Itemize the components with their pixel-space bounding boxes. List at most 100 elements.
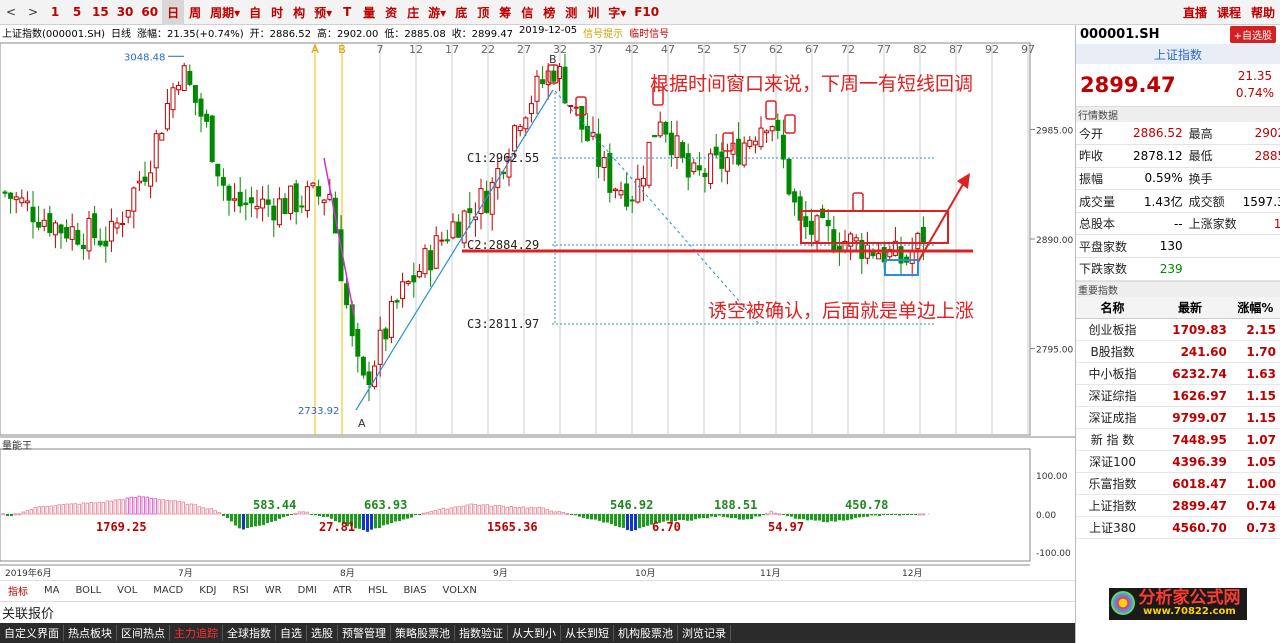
period-button[interactable]: 日: [162, 0, 185, 25]
candle-body: [433, 235, 439, 269]
candle-body: [153, 133, 159, 169]
tool-button[interactable]: 测: [560, 0, 582, 25]
indicator-tab[interactable]: ATR: [325, 585, 360, 596]
candle-body: [808, 220, 814, 235]
index-row[interactable]: 上证380 4560.70 0.73: [1076, 516, 1280, 540]
index-row[interactable]: B股指数 241.60 1.70: [1076, 340, 1280, 364]
candle-body: [92, 213, 98, 239]
tool-button[interactable]: T: [336, 0, 358, 25]
period-button[interactable]: 5: [66, 0, 88, 25]
index-row[interactable]: 新 指 数 7448.95 1.07: [1076, 428, 1280, 452]
candle-body: [696, 165, 702, 171]
period-button[interactable]: 15: [88, 0, 113, 25]
tool-button[interactable]: 字▾: [604, 0, 630, 25]
indicator-tab[interactable]: BOLL: [67, 585, 109, 596]
tool-button[interactable]: 资: [380, 0, 402, 25]
related-quote-bar[interactable]: 关联报价: [0, 601, 1075, 623]
indicator-tab[interactable]: KDJ: [191, 585, 224, 596]
indicator-tab[interactable]: MA: [36, 585, 67, 596]
index-row[interactable]: 深证综指 1626.97 1.15: [1076, 384, 1280, 408]
indicator-tab[interactable]: DMI: [290, 585, 325, 596]
top-marker: [852, 192, 864, 212]
tool-button[interactable]: 构: [288, 0, 310, 25]
indicator-tab[interactable]: VOLXN: [434, 585, 484, 596]
candle-body: [164, 103, 170, 130]
bottom-bar-item[interactable]: 浏览记录: [678, 625, 731, 641]
indicator-tab[interactable]: HSL: [360, 585, 395, 596]
volume-bar: [441, 507, 445, 515]
toolbar-link[interactable]: 直播: [1178, 0, 1212, 25]
toolbar-link[interactable]: 帮助: [1246, 0, 1280, 25]
bottom-bar-item[interactable]: 策略股票池: [391, 625, 455, 641]
volume-bar: [13, 513, 17, 516]
index-section-title: 重要指数: [1076, 280, 1280, 297]
tool-button[interactable]: 时: [266, 0, 288, 25]
period-button[interactable]: 60: [137, 0, 162, 25]
index-row[interactable]: 创业板指 1709.83 2.15: [1076, 318, 1280, 342]
quote-row: 昨收2878.12最低2885.08: [1076, 144, 1280, 168]
f10-button[interactable]: F10: [630, 0, 663, 25]
period-button[interactable]: 30: [113, 0, 138, 25]
time-cycle-label: 22: [481, 43, 495, 56]
bottom-bar-item[interactable]: 自定义界面: [0, 625, 64, 641]
volume-bar: [742, 514, 745, 520]
add-watchlist-button[interactable]: +自选股: [1229, 26, 1276, 43]
index-header-cell: 涨幅%: [1230, 296, 1280, 320]
tool-button[interactable]: 榜: [538, 0, 560, 25]
period-button[interactable]: 1: [44, 0, 66, 25]
period-button[interactable]: 周: [184, 0, 206, 25]
index-row[interactable]: 深证100 4396.39 1.05: [1076, 450, 1280, 474]
bottom-bar-item[interactable]: 从大到小: [508, 625, 561, 641]
bottom-bar-item[interactable]: 自选: [276, 625, 307, 641]
bottom-bar-item[interactable]: 主力追踪: [170, 625, 223, 641]
volume-bar: [782, 514, 785, 515]
candle-body: [293, 183, 299, 213]
peak-marker: B: [549, 53, 557, 66]
indicator-tab[interactable]: VOL: [109, 585, 145, 596]
bottom-bar-item[interactable]: 热点板块: [64, 625, 117, 641]
tool-button[interactable]: 游▾: [424, 0, 450, 25]
bottom-bar-item[interactable]: 指数验证: [455, 625, 508, 641]
tool-button[interactable]: 自: [244, 0, 266, 25]
tool-button[interactable]: 庄: [402, 0, 424, 25]
kline-chart-svg[interactable]: A B 7 12 17 22 27 32 37 42 47 52 57 62 67 72 77 82 87 92 972…: [0, 25, 1075, 580]
indicator-tab[interactable]: RSI: [224, 585, 256, 596]
bottom-bar-item[interactable]: 区间热点: [117, 625, 170, 641]
volume-bar: [886, 514, 889, 515]
tool-button[interactable]: 筹: [494, 0, 516, 25]
bottom-bar-item[interactable]: 机构股票池: [614, 625, 678, 641]
indicator-tab[interactable]: WR: [257, 585, 290, 596]
volume-bar: [489, 505, 493, 515]
indicator-tab[interactable]: MACD: [145, 585, 191, 596]
tool-button[interactable]: 信: [516, 0, 538, 25]
tool-button[interactable]: 顶: [472, 0, 494, 25]
candle-body: [461, 210, 467, 244]
tool-button[interactable]: 训: [582, 0, 604, 25]
kline-chart-area[interactable]: A B 7 12 17 22 27 32 37 42 47 52 57 62 67 72 77 82 87 92 97 2…: [0, 25, 1075, 580]
volume-bar: [769, 510, 773, 515]
back-nav-button[interactable]: <: [0, 0, 22, 25]
quote-label: 成交量: [1076, 189, 1131, 213]
period-button[interactable]: 周期▾: [206, 0, 244, 25]
volume-bar: [297, 511, 301, 515]
bottom-bar-item[interactable]: 全球指数: [223, 625, 276, 641]
related-quote-label[interactable]: 关联报价: [2, 603, 54, 622]
app-window: < >1 5 15 30 60 日周周期▾ 自时构预▾ T 量资庄游▾ 底顶筹信榜测训字▾ F10 直…: [0, 0, 1280, 643]
tool-button[interactable]: 量: [358, 0, 380, 25]
volume-bar: [638, 514, 641, 529]
indicator-tab[interactable]: 指标: [0, 583, 36, 598]
index-row[interactable]: 上证指数 2899.47 0.74: [1076, 494, 1280, 518]
bottom-bar-item[interactable]: 选股: [307, 625, 338, 641]
index-row[interactable]: 乐富指数 6018.47 1.00: [1076, 472, 1280, 496]
bottom-bar-item[interactable]: 预警管理: [338, 625, 391, 641]
bottom-bar-item[interactable]: 从长到短: [561, 625, 614, 641]
indicator-tab[interactable]: BIAS: [395, 585, 434, 596]
forward-nav-button[interactable]: >: [22, 0, 44, 25]
index-row[interactable]: 中小板指 6232.74 1.63: [1076, 362, 1280, 386]
volume-bar: [565, 512, 569, 515]
toolbar-link[interactable]: 课程: [1212, 0, 1246, 25]
tool-button[interactable]: 底: [450, 0, 472, 25]
index-row[interactable]: 深证成指 9799.07 1.15: [1076, 406, 1280, 430]
tool-button[interactable]: 预▾: [310, 0, 336, 25]
volume-bar: [533, 507, 537, 515]
